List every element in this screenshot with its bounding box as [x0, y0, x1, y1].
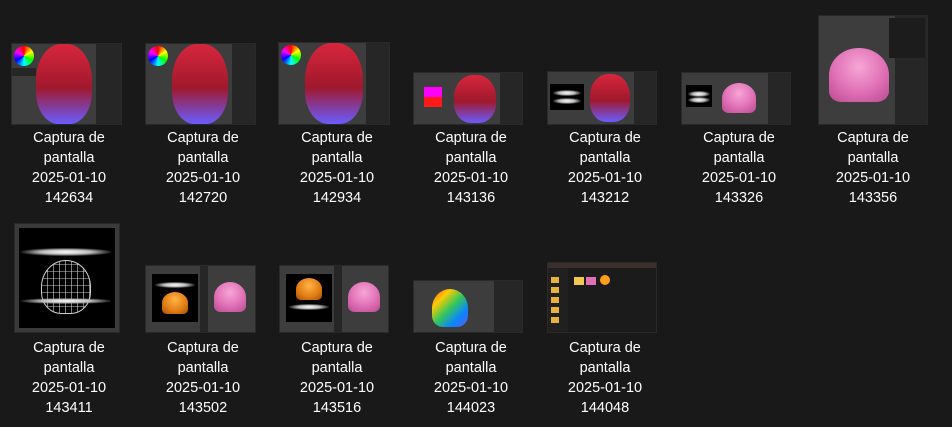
file-item[interactable]: Captura de pantalla 2025-01-10 142634 [2, 0, 136, 206]
file-item[interactable]: Captura de pantalla 2025-01-10 143411 [2, 210, 136, 416]
file-name-line: Captura de [837, 130, 909, 146]
file-name-line: 142720 [178, 190, 228, 206]
file-name-line: 2025-01-10 [567, 170, 643, 186]
file-name-line: 2025-01-10 [299, 380, 375, 396]
file-item[interactable]: Captura de pantalla 2025-01-10 144023 [404, 210, 538, 416]
file-name-line: Captura de [569, 340, 641, 356]
file-item[interactable]: Captura de pantalla 2025-01-10 143356 [806, 0, 940, 206]
file-name-line: 143356 [848, 190, 898, 206]
file-item[interactable]: Captura de pantalla 2025-01-10 143516 [270, 210, 404, 416]
thumbnail-area [538, 210, 672, 338]
file-name-line: 2025-01-10 [299, 170, 375, 186]
file-name-line: pantalla [847, 150, 899, 166]
thumbnail-image [146, 44, 255, 124]
file-name-line: 2025-01-10 [835, 170, 911, 186]
file-name-line: 2025-01-10 [165, 170, 241, 186]
file-name-line: pantalla [445, 360, 497, 376]
file-name-line: pantalla [177, 150, 229, 166]
file-name: Captura de pantalla 2025-01-10 142934 [270, 128, 404, 208]
thumbnail-image [548, 263, 656, 332]
file-name-line: Captura de [703, 130, 775, 146]
thumbnail-area [2, 210, 136, 338]
file-name: Captura de pantalla 2025-01-10 143212 [538, 128, 672, 208]
file-name-line: pantalla [311, 360, 363, 376]
file-item[interactable]: Captura de pantalla 2025-01-10 143136 [404, 0, 538, 206]
thumbnail-area [270, 0, 404, 128]
file-name-line: Captura de [435, 130, 507, 146]
file-name-line: 143516 [312, 400, 362, 416]
file-name-line: 2025-01-10 [701, 170, 777, 186]
file-name-line: 142934 [312, 190, 362, 206]
thumbnail-image [279, 43, 389, 124]
file-name-line: pantalla [579, 150, 631, 166]
file-name: Captura de pantalla 2025-01-10 143502 [136, 338, 270, 418]
thumbnail-area [270, 210, 404, 338]
file-name-line: pantalla [177, 360, 229, 376]
file-name-line: pantalla [713, 150, 765, 166]
thumbnail-image [682, 73, 790, 124]
file-name-line: 2025-01-10 [31, 170, 107, 186]
thumbnail-image [146, 266, 255, 332]
file-name-line: 144023 [446, 400, 496, 416]
file-name: Captura de pantalla 2025-01-10 143136 [404, 128, 538, 208]
file-name-line: 2025-01-10 [433, 380, 509, 396]
file-item[interactable]: Captura de pantalla 2025-01-10 143502 [136, 210, 270, 416]
file-name-line: Captura de [167, 130, 239, 146]
file-name-line: Captura de [301, 340, 373, 356]
thumbnail-area [404, 0, 538, 128]
file-name-line: 143136 [446, 190, 496, 206]
thumbnail-image [280, 266, 388, 332]
file-explorer-grid: Captura de pantalla 2025-01-10 142634 Ca… [0, 0, 952, 427]
file-name-line: Captura de [569, 130, 641, 146]
file-item[interactable]: Captura de pantalla 2025-01-10 142934 [270, 0, 404, 206]
file-name-line: Captura de [301, 130, 373, 146]
file-item[interactable]: Captura de pantalla 2025-01-10 142720 [136, 0, 270, 206]
thumbnail-image [15, 224, 119, 332]
file-name: Captura de pantalla 2025-01-10 144023 [404, 338, 538, 418]
file-name: Captura de pantalla 2025-01-10 143356 [806, 128, 940, 208]
file-name: Captura de pantalla 2025-01-10 142720 [136, 128, 270, 208]
file-name-line: pantalla [43, 150, 95, 166]
thumbnail-area [136, 0, 270, 128]
file-name: Captura de pantalla 2025-01-10 144048 [538, 338, 672, 418]
file-item[interactable]: Captura de pantalla 2025-01-10 143326 [672, 0, 806, 206]
file-name-line: 143502 [178, 400, 228, 416]
file-name-line: 2025-01-10 [165, 380, 241, 396]
thumbnail-area [2, 0, 136, 128]
file-name-line: 143411 [45, 400, 93, 416]
thumbnail-area [538, 0, 672, 128]
file-name: Captura de pantalla 2025-01-10 142634 [2, 128, 136, 208]
file-name-line: Captura de [167, 340, 239, 356]
file-name-line: Captura de [33, 340, 105, 356]
file-name-line: pantalla [579, 360, 631, 376]
thumbnail-image [12, 44, 121, 124]
thumbnail-image [548, 72, 656, 124]
file-name-line: 143326 [714, 190, 764, 206]
thumbnail-area [806, 0, 940, 128]
file-name: Captura de pantalla 2025-01-10 143516 [270, 338, 404, 418]
file-item[interactable]: Captura de pantalla 2025-01-10 143212 [538, 0, 672, 206]
file-name-line: Captura de [435, 340, 507, 356]
thumbnail-image [819, 16, 927, 124]
thumbnail-area [136, 210, 270, 338]
file-item[interactable]: Captura de pantalla 2025-01-10 144048 [538, 210, 672, 416]
file-name: Captura de pantalla 2025-01-10 143326 [672, 128, 806, 208]
thumbnail-image [414, 281, 522, 332]
file-name-line: 2025-01-10 [433, 170, 509, 186]
file-name: Captura de pantalla 2025-01-10 143411 [2, 338, 136, 418]
thumbnail-image [414, 73, 522, 124]
thumbnail-area [404, 210, 538, 338]
file-name-line: pantalla [445, 150, 497, 166]
file-name-line: 2025-01-10 [31, 380, 107, 396]
file-name-line: pantalla [43, 360, 95, 376]
file-name-line: pantalla [311, 150, 363, 166]
file-name-line: Captura de [33, 130, 105, 146]
thumbnail-area [672, 0, 806, 128]
file-name-line: 143212 [580, 190, 630, 206]
file-name-line: 144048 [580, 400, 630, 416]
file-name-line: 142634 [44, 190, 94, 206]
file-name-line: 2025-01-10 [567, 380, 643, 396]
